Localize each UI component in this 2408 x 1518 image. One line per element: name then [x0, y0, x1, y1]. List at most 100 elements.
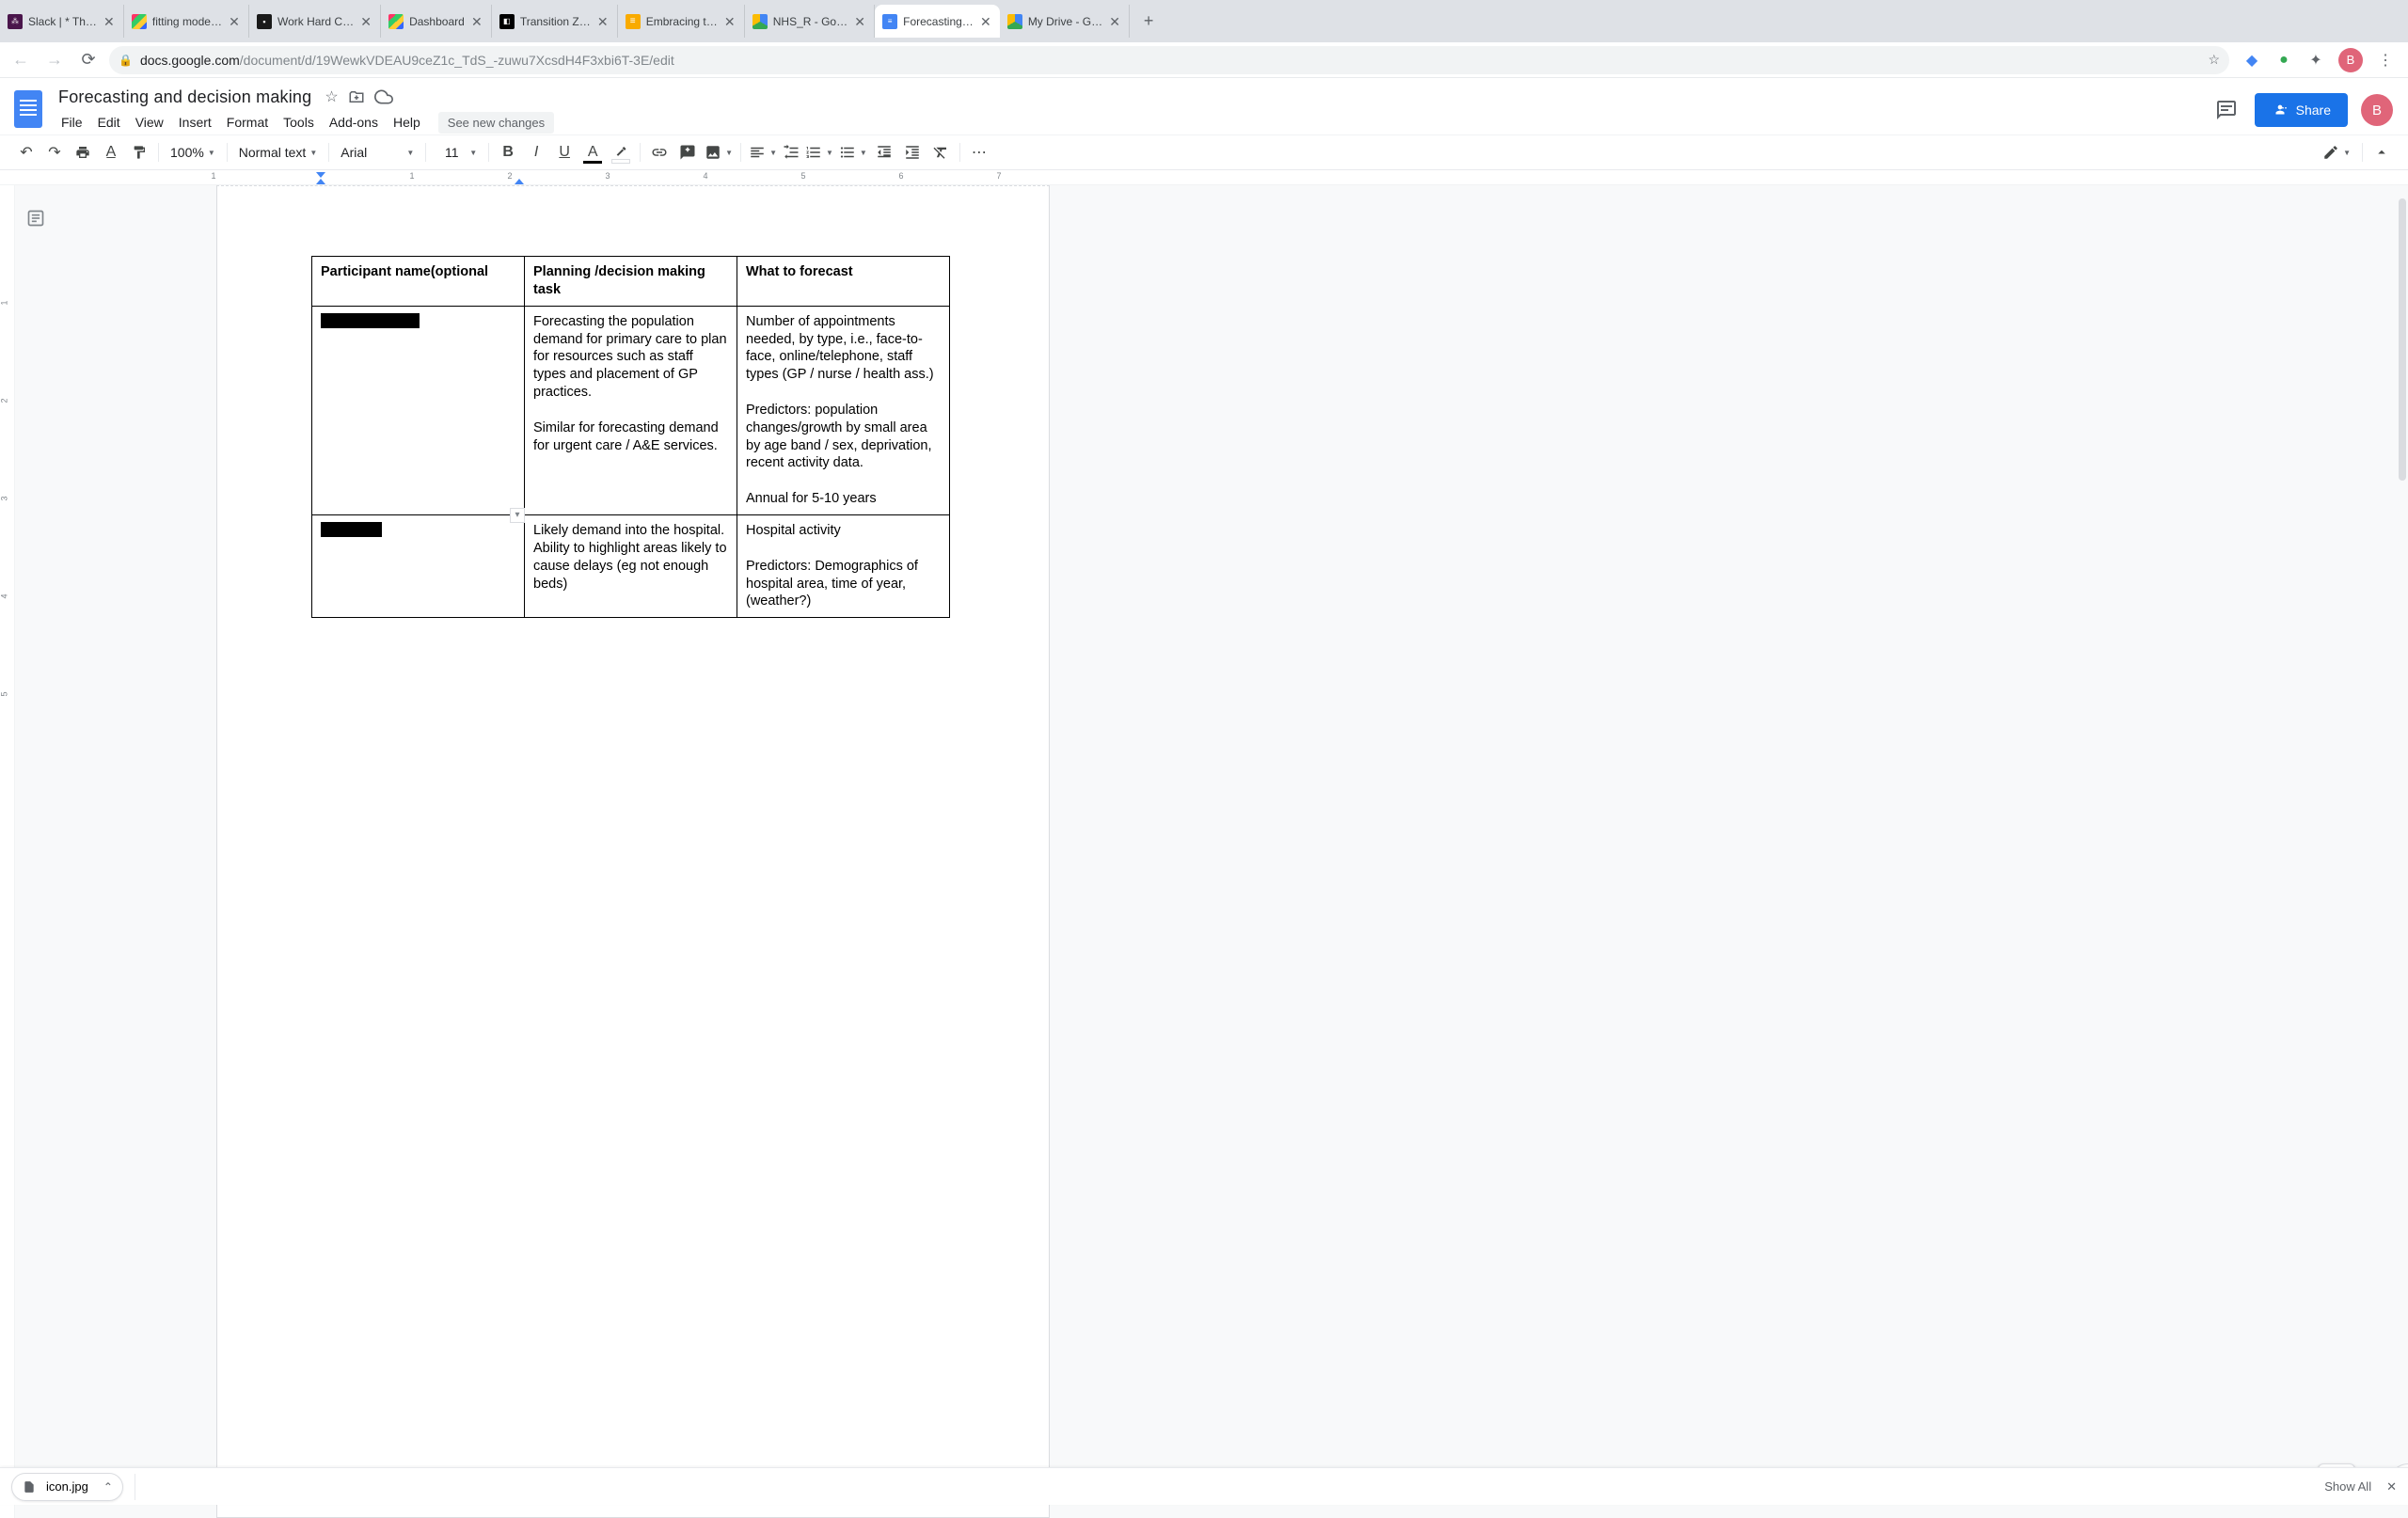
numbered-list-button[interactable]: ▼ [803, 140, 835, 165]
collapse-toolbar-button[interactable] [2368, 139, 2395, 166]
table-cell[interactable] [312, 306, 525, 514]
vertical-ruler[interactable]: 1 2 3 4 5 [0, 185, 15, 1518]
spellcheck-button[interactable]: A̲ [98, 139, 124, 166]
extensions-menu-icon[interactable]: ✦ [2306, 51, 2325, 70]
table-header-cell[interactable]: What to forecast [737, 257, 950, 307]
undo-button[interactable]: ↶ [13, 139, 40, 166]
close-icon[interactable]: ✕ [723, 15, 737, 28]
tab-transition[interactable]: ◧ Transition Z… ✕ [492, 5, 618, 38]
reload-button[interactable]: ⟳ [75, 47, 102, 73]
table-cell[interactable]: Likely demand into the hospital. Ability… [525, 514, 737, 617]
see-new-changes[interactable]: See new changes [438, 112, 554, 134]
new-tab-button[interactable]: + [1135, 8, 1162, 35]
share-label: Share [2296, 103, 2331, 118]
star-icon[interactable]: ☆ [2208, 52, 2220, 68]
tab-forecasting-active[interactable]: ≡ Forecasting… ✕ [875, 5, 1000, 38]
table-header-cell[interactable]: Planning /decision making task [525, 257, 737, 307]
redo-button[interactable]: ↷ [41, 139, 68, 166]
close-icon[interactable]: ✕ [979, 15, 992, 28]
move-icon[interactable] [348, 88, 365, 105]
menu-view[interactable]: View [129, 111, 170, 134]
scrollbar[interactable] [2399, 198, 2406, 481]
text-color-button[interactable]: A [579, 139, 606, 166]
bold-button[interactable]: B [495, 139, 521, 166]
menu-tools[interactable]: Tools [277, 111, 321, 134]
increase-indent-button[interactable] [899, 139, 926, 166]
browser-menu-icon[interactable]: ⋮ [2376, 51, 2395, 70]
close-icon[interactable]: ✕ [596, 15, 610, 28]
chevron-up-icon[interactable]: ⌃ [103, 1480, 113, 1494]
extension-icon[interactable]: ● [2274, 51, 2293, 70]
more-button[interactable]: ⋯ [966, 139, 992, 166]
style-select[interactable]: Normal text▼ [233, 141, 324, 164]
cloud-status-icon[interactable] [374, 87, 393, 106]
table-cell[interactable]: Number of appointments needed, by type, … [737, 306, 950, 514]
print-button[interactable] [70, 139, 96, 166]
right-indent-marker[interactable] [515, 179, 524, 184]
left-indent-marker[interactable] [316, 179, 325, 184]
add-comment-button[interactable] [674, 139, 701, 166]
close-icon[interactable]: ✕ [103, 15, 116, 28]
table-cell[interactable]: Forecasting the population demand for pr… [525, 306, 737, 514]
document-page[interactable]: Participant name(optional Planning /deci… [216, 185, 1050, 1518]
table-cell[interactable]: Hospital activity Predictors: Demographi… [737, 514, 950, 617]
tab-title: NHS_R - Go… [773, 15, 848, 28]
menu-file[interactable]: File [55, 111, 89, 134]
add-column-button[interactable]: ▾ [510, 508, 525, 523]
document-title[interactable]: Forecasting and decision making [55, 86, 315, 109]
italic-button[interactable]: I [523, 139, 549, 166]
menu-edit[interactable]: Edit [91, 111, 127, 134]
table-header-cell[interactable]: Participant name(optional [312, 257, 525, 307]
insert-link-button[interactable] [646, 139, 673, 166]
font-size-select[interactable]: 11▼ [432, 141, 483, 164]
close-icon[interactable]: ✕ [228, 15, 241, 28]
download-item[interactable]: icon.jpg ⌃ [11, 1473, 123, 1501]
url-input[interactable]: 🔒 docs.google.com/document/d/19WewkVDEAU… [109, 46, 2229, 74]
insert-image-button[interactable]: ▼ [703, 140, 735, 165]
paint-format-button[interactable] [126, 139, 152, 166]
close-icon[interactable]: ✕ [470, 15, 483, 28]
star-icon[interactable]: ☆ [325, 87, 338, 106]
tab-nhs[interactable]: NHS_R - Go… ✕ [745, 5, 875, 38]
editing-mode-button[interactable]: ▼ [2317, 140, 2356, 165]
close-downloads-bar[interactable]: ✕ [2386, 1479, 2397, 1494]
horizontal-ruler[interactable]: 1 1 2 3 4 5 6 7 [0, 170, 2408, 185]
close-icon[interactable]: ✕ [853, 15, 866, 28]
clear-formatting-button[interactable] [927, 139, 954, 166]
bulleted-list-button[interactable]: ▼ [837, 140, 869, 165]
menu-addons[interactable]: Add-ons [323, 111, 385, 134]
tab-dashboard[interactable]: Dashboard ✕ [381, 5, 492, 38]
tab-fitting[interactable]: fitting mode… ✕ [124, 5, 249, 38]
tab-workhard[interactable]: ▪ Work Hard C… ✕ [249, 5, 381, 38]
close-icon[interactable]: ✕ [1108, 15, 1121, 28]
table-row[interactable]: Forecasting the population demand for pr… [312, 306, 950, 514]
decrease-indent-button[interactable] [871, 139, 897, 166]
outline-panel-toggle[interactable] [15, 185, 56, 1518]
comments-button[interactable] [2211, 95, 2242, 125]
account-avatar[interactable]: B [2361, 94, 2393, 126]
tab-embracing[interactable]: ≡ Embracing t… ✕ [618, 5, 745, 38]
menu-help[interactable]: Help [387, 111, 427, 134]
align-button[interactable]: ▼ [747, 140, 779, 165]
show-all-downloads[interactable]: Show All [2324, 1479, 2371, 1494]
table-cell[interactable]: ▾ [312, 514, 525, 617]
line-spacing-button[interactable] [781, 140, 801, 165]
content-table[interactable]: Participant name(optional Planning /deci… [311, 256, 950, 618]
tab-mydrive[interactable]: My Drive - G… ✕ [1000, 5, 1130, 38]
back-button[interactable]: ← [8, 47, 34, 73]
share-button[interactable]: Share [2255, 93, 2348, 127]
underline-button[interactable]: U [551, 139, 578, 166]
extension-icon[interactable]: ◆ [2242, 51, 2261, 70]
highlight-color-button[interactable] [608, 139, 634, 166]
zoom-select[interactable]: 100%▼ [165, 141, 221, 164]
font-select[interactable]: Arial▼ [335, 141, 420, 164]
forward-button[interactable]: → [41, 47, 68, 73]
first-line-indent-marker[interactable] [316, 172, 325, 178]
menu-format[interactable]: Format [220, 111, 275, 134]
profile-avatar[interactable]: B [2338, 48, 2363, 72]
close-icon[interactable]: ✕ [359, 15, 372, 28]
table-row[interactable]: ▾ Likely demand into the hospital. Abili… [312, 514, 950, 617]
menu-insert[interactable]: Insert [172, 111, 218, 134]
docs-home-button[interactable] [9, 86, 47, 133]
tab-slack[interactable]: ⁂ Slack | * Th… ✕ [0, 5, 124, 38]
